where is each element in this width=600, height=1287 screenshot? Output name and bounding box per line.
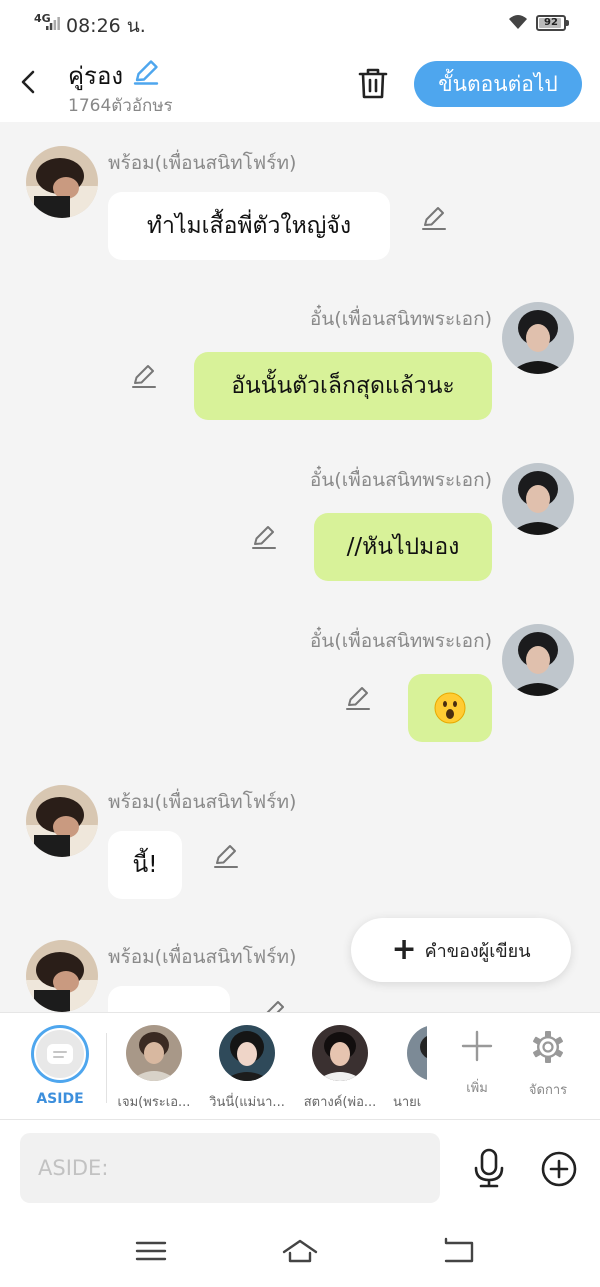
edit-message-pencil-icon[interactable] — [130, 362, 158, 390]
gear-icon — [533, 1031, 563, 1063]
battery-level: 92 — [544, 17, 558, 28]
character-partial[interactable]: นายเ — [389, 1025, 427, 1112]
sender-name: พร้อม(เพื่อนสนิทโฟร์ท) — [108, 152, 297, 174]
plus-icon — [461, 1030, 493, 1062]
avatar-aun[interactable] — [502, 463, 574, 535]
character-name: เจม(พระเอ... — [117, 1095, 191, 1110]
trash-icon[interactable] — [356, 66, 390, 100]
message-bubble[interactable]: 😮 — [408, 674, 492, 742]
avatar — [407, 1025, 427, 1081]
edit-title-pencil-icon[interactable] — [132, 58, 160, 86]
avatar-aun[interactable] — [502, 624, 574, 696]
message-bubble[interactable] — [108, 986, 230, 1012]
sender-name: อั๋น(เพื่อนสนิทพระเอก) — [309, 469, 492, 491]
message-bubble[interactable]: นี้! — [108, 831, 182, 899]
header: คู่รอง 1764ตัวอักษร ขั้นตอนต่อไป — [0, 46, 600, 122]
character-bar: ASIDE เจม(พระเอ... วินนี่(แม่นา... สตางค… — [0, 1012, 600, 1120]
author-note-label: คำของผู้เขียน — [424, 940, 531, 962]
avatar — [126, 1025, 182, 1081]
avatar-prom[interactable] — [26, 785, 98, 857]
add-character-button[interactable]: เพิ่ม — [447, 1029, 507, 1098]
edit-message-pencil-icon[interactable] — [260, 998, 288, 1012]
aside-button[interactable] — [31, 1025, 89, 1083]
message-bubble[interactable]: อันนั้นตัวเล็กสุดแล้วนะ — [194, 352, 492, 420]
portrait-partial-image — [407, 1025, 427, 1081]
back-arrow-icon — [21, 70, 35, 94]
character-name: นายเ — [393, 1095, 422, 1110]
home-icon[interactable] — [282, 1235, 318, 1267]
sender-name: พร้อม(เพื่อนสนิทโฟร์ท) — [108, 946, 297, 968]
surprised-face-icon — [434, 692, 466, 724]
divider — [106, 1033, 107, 1103]
avatar-aun[interactable] — [502, 302, 574, 374]
character-count: 1764ตัวอักษร — [68, 96, 173, 116]
clock: 08:26 น. — [66, 15, 146, 37]
portrait-prom-image — [26, 785, 98, 857]
portrait-prom-image — [26, 146, 98, 218]
sender-name: พร้อม(เพื่อนสนิทโฟร์ท) — [108, 791, 297, 813]
character-jem[interactable]: เจม(พระเอ... — [110, 1025, 198, 1112]
add-circle-icon[interactable] — [540, 1150, 578, 1188]
add-label: เพิ่ม — [466, 1081, 488, 1096]
chat-bubble-icon — [47, 1044, 73, 1064]
menu-icon[interactable] — [133, 1235, 169, 1267]
chat-area[interactable]: พร้อม(เพื่อนสนิทโฟร์ท) ทำไมเสื้อพี่ตัวให… — [0, 122, 600, 1012]
plus-icon: + — [391, 932, 417, 967]
character-winnie[interactable]: วินนี่(แม่นา... — [203, 1025, 291, 1112]
manage-label: จัดการ — [528, 1083, 568, 1098]
character-name: สตางค์(พ่อ... — [303, 1095, 377, 1110]
navigation-bar — [0, 1215, 600, 1287]
microphone-icon[interactable] — [470, 1148, 508, 1188]
back-nav-icon[interactable] — [440, 1235, 476, 1267]
message-input[interactable] — [20, 1133, 440, 1203]
composer — [0, 1120, 600, 1215]
message-bubble[interactable]: ทำไมเสื้อพี่ตัวใหญ่จัง — [108, 192, 390, 260]
avatar — [219, 1025, 275, 1081]
edit-message-pencil-icon[interactable] — [344, 684, 372, 712]
character-satang[interactable]: สตางค์(พ่อ... — [296, 1025, 384, 1112]
portrait-aun-image — [502, 302, 574, 374]
message-bubble[interactable]: //หันไปมอง — [314, 513, 492, 581]
portrait-winnie-image — [219, 1025, 275, 1081]
next-step-button[interactable]: ขั้นตอนต่อไป — [414, 61, 582, 107]
portrait-aun-image — [502, 624, 574, 696]
avatar-prom[interactable] — [26, 146, 98, 218]
edit-message-pencil-icon[interactable] — [250, 523, 278, 551]
sender-name: อั๋น(เพื่อนสนิทพระเอก) — [309, 308, 492, 330]
portrait-jem-image — [126, 1025, 182, 1081]
avatar-prom[interactable] — [26, 940, 98, 1012]
battery-tip — [566, 20, 569, 26]
character-name: วินนี่(แม่นา... — [209, 1095, 285, 1110]
back-button[interactable] — [12, 64, 44, 100]
wifi-icon — [509, 15, 527, 29]
battery-icon: 92 — [536, 15, 566, 31]
status-bar: 4G 08:26 น. 92 — [0, 0, 600, 46]
signal-icon — [46, 17, 60, 30]
sender-name: อั๋น(เพื่อนสนิทพระเอก) — [309, 630, 492, 652]
portrait-satang-image — [312, 1025, 368, 1081]
portrait-prom-image — [26, 940, 98, 1012]
edit-message-pencil-icon[interactable] — [420, 204, 448, 232]
manage-characters-button[interactable]: จัดการ — [518, 1029, 578, 1100]
avatar — [312, 1025, 368, 1081]
aside-label: ASIDE — [36, 1091, 84, 1107]
author-note-button[interactable]: + คำของผู้เขียน — [351, 918, 571, 982]
page-title: คู่รอง — [68, 62, 124, 90]
edit-message-pencil-icon[interactable] — [212, 842, 240, 870]
portrait-aun-image — [502, 463, 574, 535]
aside-avatar — [34, 1028, 86, 1080]
